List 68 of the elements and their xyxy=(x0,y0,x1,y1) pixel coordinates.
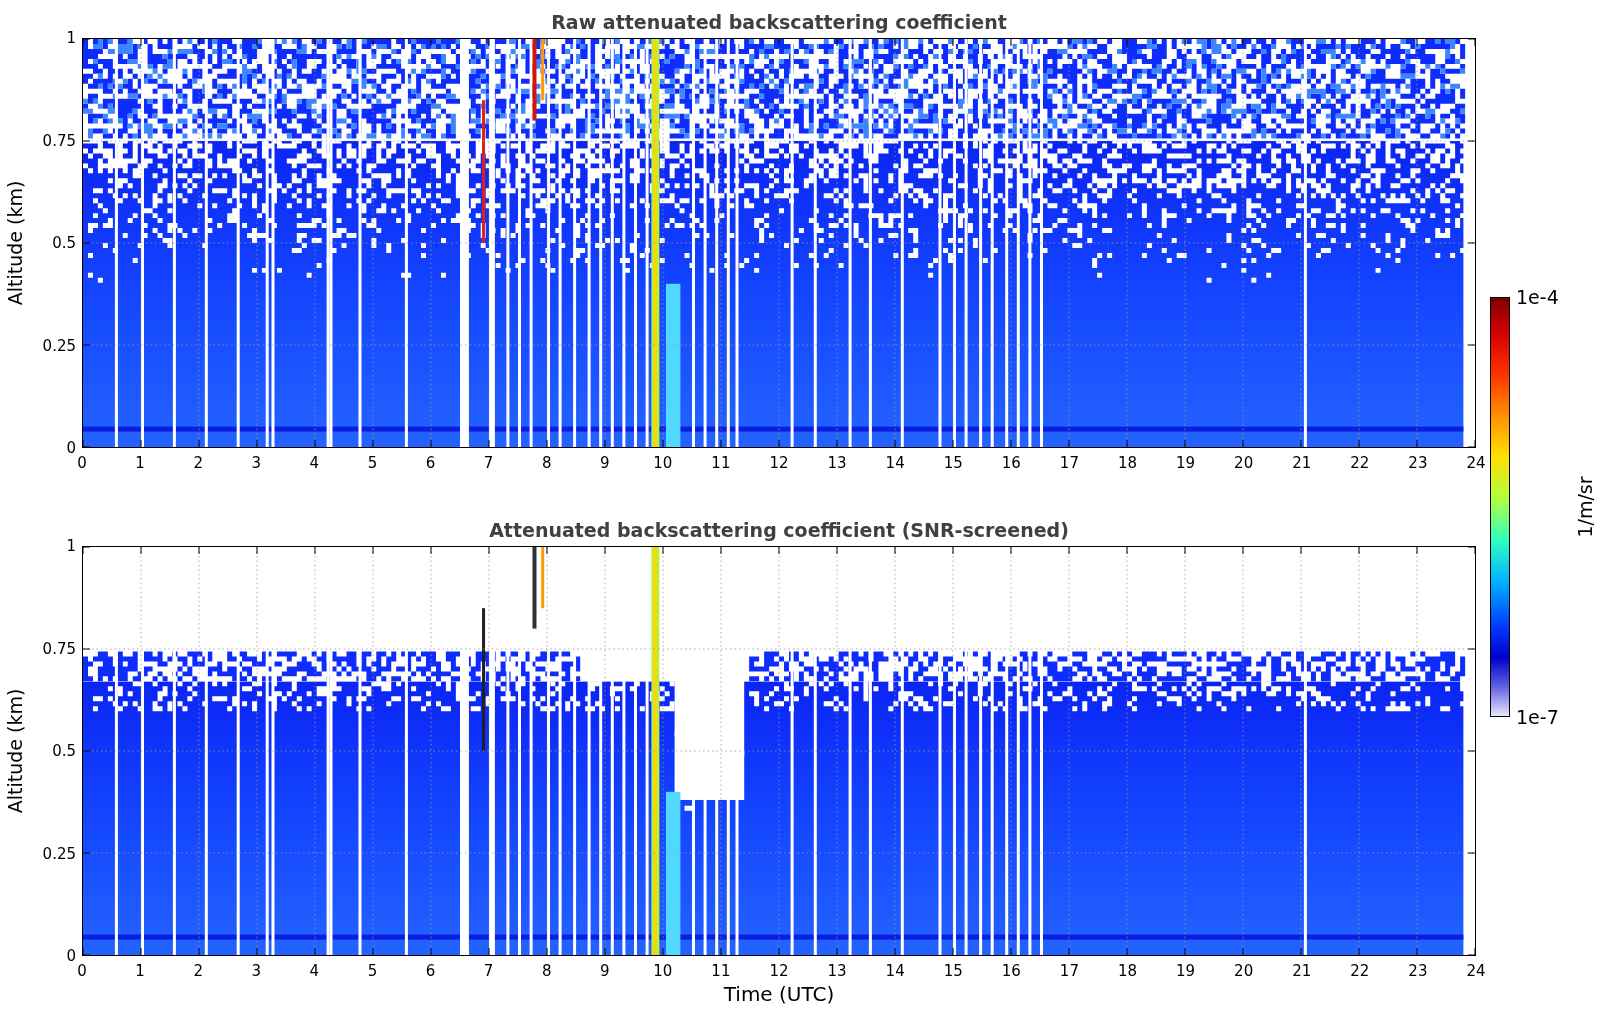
x-axis-label: Time (UTC) xyxy=(723,982,835,1006)
chart-title: Raw attenuated backscattering coefficient xyxy=(550,10,1008,35)
y-tick-label: 1 xyxy=(66,29,76,47)
x-tick-label: 12 xyxy=(769,454,789,472)
y-tick-label: 0.25 xyxy=(42,844,76,863)
x-tick-label: 14 xyxy=(885,454,905,472)
x-tick-label: 18 xyxy=(1117,454,1138,472)
x-tick-label: 7 xyxy=(483,454,494,472)
x-tick-label: 8 xyxy=(541,454,552,472)
x-tick-label: 19 xyxy=(1176,454,1196,472)
y-tick-label: 0.25 xyxy=(42,336,76,355)
x-tick-label: 6 xyxy=(425,962,436,980)
x-tick-label: 0 xyxy=(77,454,87,472)
y-axis-label: Altitude (km) xyxy=(4,180,26,306)
x-tick-label: 23 xyxy=(1408,454,1428,472)
x-tick-label: 15 xyxy=(943,962,963,980)
x-tick-label: 11 xyxy=(711,962,731,980)
x-tick-label: 13 xyxy=(827,962,847,980)
colorbar-label: 1/m/sr xyxy=(1574,476,1596,538)
x-tick-label: 10 xyxy=(653,962,673,980)
x-tick-label: 4 xyxy=(309,454,320,472)
colorbar-tick-label: 1e-7 xyxy=(1516,706,1559,728)
y-tick-label: 0.75 xyxy=(42,131,76,150)
x-tick-label: 5 xyxy=(367,454,378,472)
x-tick-label: 20 xyxy=(1234,962,1254,980)
colorbar-tick-label: 1e-4 xyxy=(1516,286,1559,308)
y-tick-label: 0.5 xyxy=(52,742,76,760)
x-tick-label: 24 xyxy=(1466,962,1486,980)
x-tick-label: 17 xyxy=(1059,962,1079,980)
x-tick-label: 10 xyxy=(653,454,673,472)
x-tick-label: 21 xyxy=(1292,962,1312,980)
x-tick-label: 16 xyxy=(1001,454,1021,472)
x-tick-label: 19 xyxy=(1176,962,1196,980)
x-tick-label: 13 xyxy=(827,454,847,472)
x-tick-label: 11 xyxy=(711,454,731,472)
y-tick-label: 0 xyxy=(66,947,76,965)
x-tick-label: 14 xyxy=(885,962,905,980)
x-tick-label: 6 xyxy=(425,454,436,472)
x-tick-label: 1 xyxy=(135,454,145,472)
x-tick-label: 20 xyxy=(1234,454,1254,472)
x-tick-label: 5 xyxy=(367,962,378,980)
x-tick-label: 22 xyxy=(1350,454,1370,472)
x-tick-label: 16 xyxy=(1001,962,1021,980)
y-tick-label: 1 xyxy=(66,537,76,555)
y-axis-label: Altitude (km) xyxy=(4,688,26,814)
x-tick-label: 3 xyxy=(251,962,261,980)
x-tick-label: 15 xyxy=(943,454,963,472)
x-tick-label: 24 xyxy=(1466,454,1486,472)
x-tick-label: 7 xyxy=(483,962,494,980)
y-tick-label: 0.75 xyxy=(42,639,76,658)
x-tick-label: 2 xyxy=(193,962,203,980)
x-tick-label: 9 xyxy=(600,962,610,980)
x-tick-label: 17 xyxy=(1059,454,1079,472)
x-tick-label: 8 xyxy=(541,962,552,980)
x-tick-label: 3 xyxy=(251,454,261,472)
x-tick-label: 23 xyxy=(1408,962,1428,980)
x-tick-label: 0 xyxy=(77,962,87,980)
y-tick-label: 0 xyxy=(66,439,76,457)
x-tick-label: 12 xyxy=(769,962,789,980)
x-tick-label: 21 xyxy=(1292,454,1312,472)
chart-title: Attenuated backscattering coefficient (SNR-screened) xyxy=(488,518,1070,543)
x-tick-label: 2 xyxy=(193,454,203,472)
x-tick-label: 18 xyxy=(1117,962,1138,980)
x-tick-label: 9 xyxy=(600,454,610,472)
x-tick-label: 4 xyxy=(309,962,320,980)
y-tick-label: 0.5 xyxy=(52,234,76,252)
x-tick-label: 1 xyxy=(135,962,145,980)
x-tick-label: 22 xyxy=(1350,962,1370,980)
